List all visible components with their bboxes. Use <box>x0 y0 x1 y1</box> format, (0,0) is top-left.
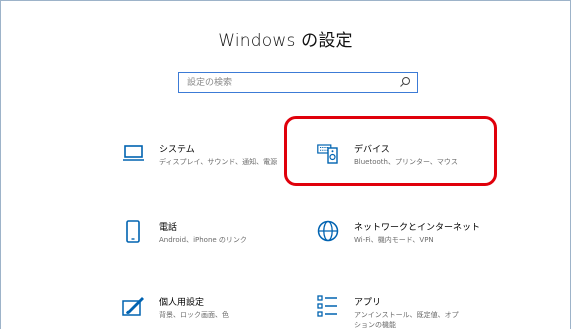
tile-description: Android、iPhone のリンク <box>159 236 247 244</box>
tile-network[interactable]: ネットワークとインターネット Wi-Fi、機内モード、VPN <box>317 220 507 254</box>
tile-phone[interactable]: 電話 Android、iPhone のリンク <box>122 220 312 254</box>
tile-description: ディスプレイ、サウンド、通知、電源 <box>159 158 278 166</box>
phone-icon <box>126 220 140 243</box>
tile-apps[interactable]: アプリ アンインストール、既定値、オプションの機能 <box>317 295 507 329</box>
tile-label: システム <box>159 145 195 155</box>
settings-window: Windows の設定 システム ディスプレイ、サウンド、通知、電源 デバイス … <box>0 0 571 329</box>
tile-label: ネットワークとインターネット <box>354 223 481 233</box>
tile-label: アプリ <box>354 298 382 308</box>
tile-description: Wi-Fi、機内モード、VPN <box>354 236 434 244</box>
tile-label: 個人用設定 <box>159 298 205 308</box>
tile-description: 背景、ロック画面、色 <box>159 311 229 319</box>
paintbrush-icon <box>122 297 144 316</box>
tile-description: アンインストール、既定値、オプションの機能 <box>354 311 459 329</box>
tile-personalization[interactable]: 個人用設定 背景、ロック画面、色 <box>122 295 312 329</box>
search-icon[interactable] <box>399 76 411 88</box>
page-title: Windows の設定 <box>218 31 353 51</box>
search-box[interactable] <box>178 72 418 93</box>
globe-icon <box>317 220 339 242</box>
tile-label: 電話 <box>159 223 178 233</box>
search-input[interactable] <box>179 73 397 92</box>
laptop-icon <box>123 145 144 161</box>
apps-list-icon <box>317 295 337 317</box>
highlight-annotation <box>284 116 497 186</box>
